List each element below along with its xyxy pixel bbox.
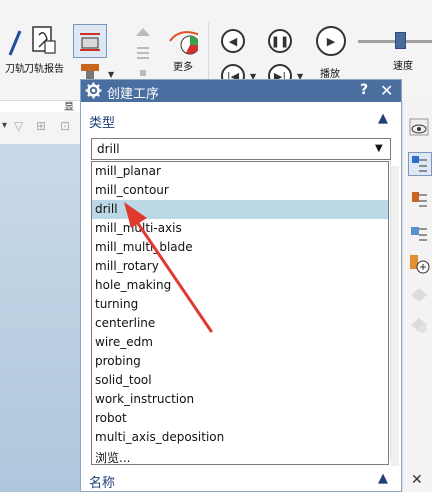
program-order-icon[interactable] [408,152,432,176]
type-select-value: drill [97,142,120,156]
method-icon[interactable] [408,252,430,274]
chevron-up-icon[interactable]: ▲ [378,111,388,126]
play-icon: ▶ [326,34,336,48]
name-section-label: 名称 [89,476,116,491]
chevron-up-icon[interactable]: ▲ [378,471,388,486]
close-icon[interactable]: ✕ [411,472,423,488]
left-toolbar: ▾ ▽ ⊞ ⊡ [0,112,80,145]
more-label: 更多 [173,62,193,73]
type-section-header[interactable]: 类型 ▲ [81,108,401,134]
dropdown-option[interactable]: mill_rotary [92,257,388,276]
machine-tool-icon[interactable] [408,188,430,210]
group-label: 显 [64,102,74,113]
filter-icon[interactable]: ▽ [14,119,23,133]
dropdown-option[interactable]: turning [92,295,388,314]
more-button[interactable]: 更多 [168,26,198,73]
select-icon[interactable]: ⊞ [36,119,46,133]
name-section-header[interactable]: 名称 ▲ [81,468,401,494]
pause-icon: ❚❚ [270,34,290,48]
type-select[interactable]: drill ▼ [91,138,391,160]
gear-icon [85,82,102,99]
verify-button[interactable] [73,24,107,58]
close-button[interactable]: ✕ [380,81,393,100]
tool-path-report-button[interactable]: 刀轨报告 [22,24,66,75]
dropdown-option[interactable]: mill_contour [92,181,388,200]
chevron-down-icon[interactable]: ▼ [108,70,114,79]
verify-icon [73,24,107,58]
browse-option[interactable]: 浏览... [92,447,388,466]
geometry-icon[interactable] [408,222,430,244]
dropdown-option-selected[interactable]: drill [92,200,388,219]
speed-label: 速度 [393,61,413,72]
dropdown-option[interactable]: wire_edm [92,333,388,352]
dropdown-option[interactable]: mill_planar [92,162,388,181]
triangle-left-icon: ◀ [228,34,238,48]
dropdown-option[interactable]: mill_multi_blade [92,238,388,257]
help-button[interactable]: ? [360,82,368,98]
dialog-scrollbar[interactable] [391,166,399,466]
resource-bar: ✕ [402,100,432,492]
arrows-stack-icon [133,26,153,76]
dropdown-option[interactable]: robot [92,409,388,428]
rewind-button[interactable]: ◀ [221,29,245,53]
dropdown-option[interactable]: multi_axis_deposition [92,428,388,447]
create-operation-dialog: 创建工序 ? ✕ 类型 ▲ drill ▼ mill_planar mill_c… [80,79,402,492]
disabled-tool-icon [408,314,430,336]
dropdown-option[interactable]: hole_making [92,276,388,295]
dialog-title-bar[interactable]: 创建工序 ? ✕ [81,80,401,102]
dropdown-option[interactable]: mill_multi-axis [92,219,388,238]
speed-slider-knob[interactable] [395,32,406,49]
dropdown-option[interactable]: centerline [92,314,388,333]
report-icon [22,24,66,58]
view-icon[interactable] [408,116,430,138]
graphics-window[interactable] [0,144,80,492]
disabled-tool-icon [408,284,430,306]
dropdown-option[interactable]: probing [92,352,388,371]
step-up-button[interactable] [133,26,153,76]
type-section-label: 类型 [89,116,116,131]
dialog-title: 创建工序 [107,87,160,102]
play-button[interactable]: ▶ [316,26,346,56]
dropdown-option[interactable]: work_instruction [92,390,388,409]
dropdown-option[interactable]: solid_tool [92,371,388,390]
chevron-down-icon[interactable]: ▼ [375,143,383,154]
chevron-down-icon[interactable]: ▾ [2,120,7,131]
pie-chart-icon [168,26,198,56]
type-dropdown-list[interactable]: mill_planar mill_contour drill mill_mult… [91,161,389,465]
play-label: 播放 [320,69,340,80]
select-icon[interactable]: ⊡ [60,119,70,133]
pause-button[interactable]: ❚❚ [268,29,292,53]
tool-path-report-label: 刀轨报告 [24,64,64,75]
